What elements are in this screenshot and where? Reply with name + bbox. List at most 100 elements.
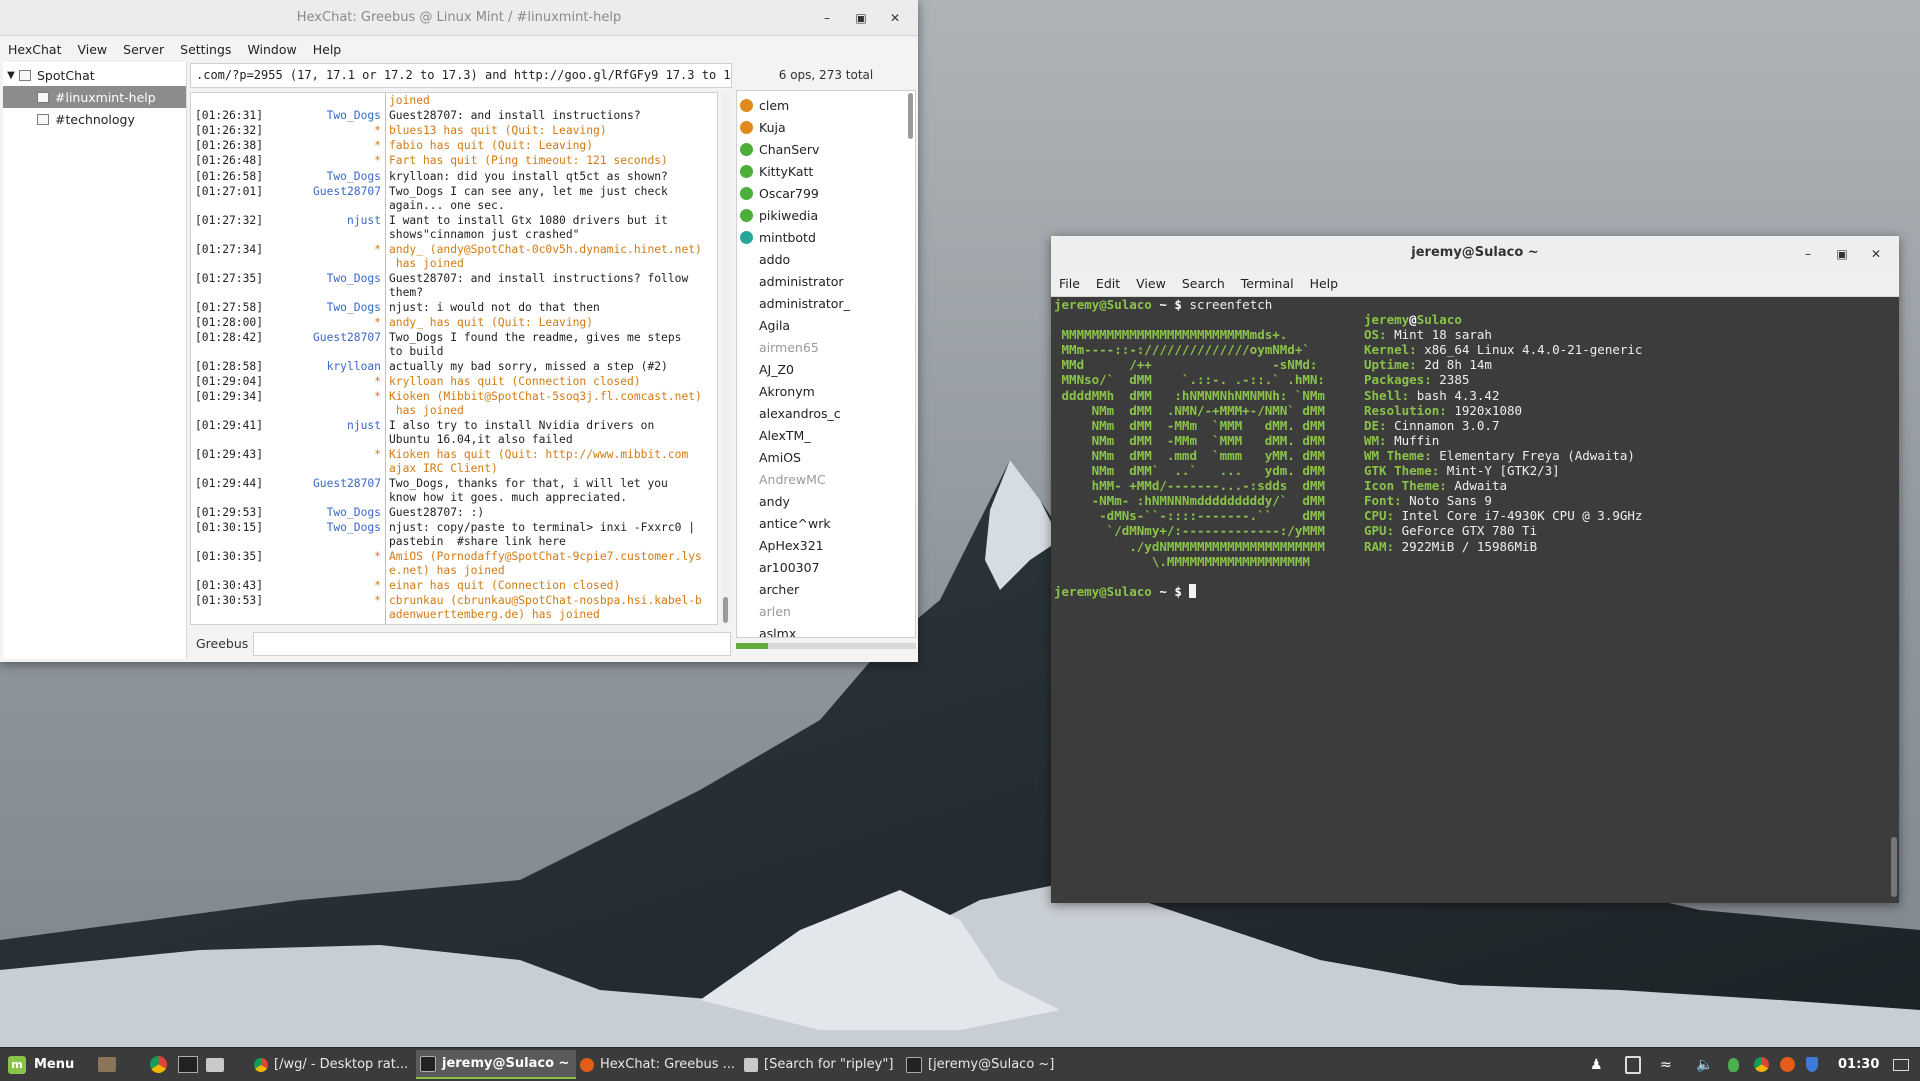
menu-edit[interactable]: Edit: [1088, 276, 1128, 291]
user-list-item[interactable]: archer: [737, 578, 907, 600]
user-list-item[interactable]: Kuja: [737, 116, 907, 138]
terminal-output[interactable]: jeremy@Sulaco ~ $ screenfetch jeremy@Sul…: [1051, 297, 1889, 901]
chat-nick[interactable]: Two_Dogs: [261, 521, 381, 535]
chat-nick[interactable]: *: [261, 448, 381, 462]
menu-file[interactable]: File: [1051, 276, 1088, 291]
chat-nick[interactable]: Two_Dogs: [261, 272, 381, 286]
menu-view[interactable]: View: [1128, 276, 1174, 291]
launcher-files[interactable]: [98, 1048, 116, 1081]
chat-nick[interactable]: Two_Dogs: [261, 506, 381, 520]
minimize-button[interactable]: –: [810, 0, 844, 35]
launcher-chrome[interactable]: [150, 1048, 167, 1081]
topic-bar[interactable]: .com/?p=2955 (17, 17.1 or 17.2 to 17.3) …: [190, 63, 732, 88]
scrollbar-thumb[interactable]: [723, 597, 728, 623]
tree-item-server[interactable]: ▼ SpotChat: [3, 64, 186, 86]
menu-help[interactable]: Help: [305, 42, 350, 57]
chat-nick[interactable]: *: [261, 316, 381, 330]
menu-server[interactable]: Server: [115, 42, 172, 57]
close-button[interactable]: ✕: [878, 0, 912, 35]
menu-window[interactable]: Window: [239, 42, 304, 57]
user-list[interactable]: clem Kuja ChanServ KittyKatt Oscar799 pikiwed…: [736, 90, 916, 638]
expander-arrow-icon[interactable]: ▼: [3, 70, 19, 81]
terminal-titlebar[interactable]: jeremy@Sulaco ~ – ▣ ✕: [1051, 236, 1899, 271]
user-list-item[interactable]: AmiOS: [737, 446, 907, 468]
sound-applet[interactable]: 🔈: [1696, 1048, 1713, 1081]
user-list-item[interactable]: addo: [737, 248, 907, 270]
chat-nick[interactable]: Guest28707: [261, 185, 381, 199]
chat-nick[interactable]: *: [261, 579, 381, 593]
terminal-scrollbar[interactable]: [1891, 297, 1897, 901]
user-list-item[interactable]: mintbotd: [737, 226, 907, 248]
user-list-item[interactable]: antice^wrk: [737, 512, 907, 534]
task-file-search[interactable]: [Search for "ripley"]: [744, 1050, 904, 1079]
task-hexchat[interactable]: HexChat: Greebus ...: [580, 1050, 740, 1079]
network-applet[interactable]: ≈: [1660, 1048, 1672, 1081]
launcher-terminal[interactable]: [178, 1048, 198, 1081]
chat-nick[interactable]: *: [261, 594, 381, 608]
task-terminal-active[interactable]: jeremy@Sulaco ~: [416, 1050, 576, 1079]
chat-scrollbar[interactable]: [721, 92, 731, 625]
tray-hexchat[interactable]: [1780, 1048, 1795, 1081]
user-list-item[interactable]: airmen65: [737, 336, 907, 358]
menu-hexchat[interactable]: HexChat: [0, 42, 69, 57]
hexchat-titlebar[interactable]: HexChat: Greebus @ Linux Mint / #linuxmi…: [0, 0, 918, 36]
chat-nick[interactable]: krylloan: [261, 360, 381, 374]
user-list-item[interactable]: Oscar799: [737, 182, 907, 204]
user-list-item[interactable]: arlen: [737, 600, 907, 622]
maximize-button[interactable]: ▣: [1825, 236, 1859, 271]
message-input[interactable]: [253, 632, 731, 656]
tree-item-channel-technology[interactable]: #technology: [3, 108, 186, 130]
menu-terminal[interactable]: Terminal: [1233, 276, 1302, 291]
menu-search[interactable]: Search: [1174, 276, 1233, 291]
clock[interactable]: 01:30: [1838, 1048, 1879, 1081]
launcher-folder[interactable]: [206, 1048, 224, 1081]
scrollbar-thumb[interactable]: [1891, 837, 1897, 897]
chat-nick[interactable]: njust: [261, 419, 381, 433]
chat-nick[interactable]: *: [261, 154, 381, 168]
menu-help[interactable]: Help: [1302, 276, 1347, 291]
menu-view[interactable]: View: [69, 42, 115, 57]
chat-nick[interactable]: Guest28707: [261, 477, 381, 491]
chat-nick[interactable]: *: [261, 390, 381, 404]
user-list-item[interactable]: administrator: [737, 270, 907, 292]
task-terminal[interactable]: [jeremy@Sulaco ~]: [906, 1050, 1066, 1079]
user-list-item[interactable]: Agila: [737, 314, 907, 336]
show-desktop-button[interactable]: [1893, 1048, 1909, 1081]
user-list-item[interactable]: Akronym: [737, 380, 907, 402]
menu-settings[interactable]: Settings: [172, 42, 239, 57]
chat-nick[interactable]: *: [261, 124, 381, 138]
user-list-item[interactable]: clem: [737, 94, 907, 116]
chat-nick[interactable]: *: [261, 550, 381, 564]
task-chrome[interactable]: [/wg/ - Desktop rat...: [254, 1050, 414, 1079]
menu-button[interactable]: m Menu: [8, 1048, 74, 1081]
user-list-item[interactable]: alexandros_c: [737, 402, 907, 424]
user-list-item[interactable]: AndrewMC: [737, 468, 907, 490]
tray-security[interactable]: [1806, 1048, 1818, 1081]
user-applet[interactable]: ♟: [1590, 1048, 1603, 1081]
user-list-item[interactable]: AJ_Z0: [737, 358, 907, 380]
minimize-button[interactable]: –: [1791, 236, 1825, 271]
chat-nick[interactable]: Two_Dogs: [261, 170, 381, 184]
nick-button[interactable]: Greebus: [196, 636, 248, 651]
user-list-item[interactable]: aslmx: [737, 622, 907, 638]
update-applet[interactable]: [1728, 1048, 1739, 1081]
chat-nick[interactable]: *: [261, 375, 381, 389]
tree-item-channel-linuxmint-help[interactable]: #linuxmint-help: [3, 86, 186, 108]
user-list-item[interactable]: AlexTM_: [737, 424, 907, 446]
userlist-scrollbar-thumb[interactable]: [908, 93, 913, 139]
maximize-button[interactable]: ▣: [844, 0, 878, 35]
user-list-item[interactable]: ChanServ: [737, 138, 907, 160]
close-button[interactable]: ✕: [1859, 236, 1893, 271]
chat-nick[interactable]: *: [261, 243, 381, 257]
tray-chrome[interactable]: [1754, 1048, 1769, 1081]
chat-log[interactable]: joined [01:26:31] Two_Dogs Guest28707: and …: [190, 92, 718, 625]
user-list-item[interactable]: ApHex321: [737, 534, 907, 556]
chat-nick[interactable]: njust: [261, 214, 381, 228]
chat-nick[interactable]: Two_Dogs: [261, 109, 381, 123]
chat-nick[interactable]: Two_Dogs: [261, 301, 381, 315]
user-list-item[interactable]: pikiwedia: [737, 204, 907, 226]
user-list-item[interactable]: andy: [737, 490, 907, 512]
user-list-item[interactable]: administrator_: [737, 292, 907, 314]
chat-nick[interactable]: *: [261, 139, 381, 153]
chat-nick[interactable]: Guest28707: [261, 331, 381, 345]
